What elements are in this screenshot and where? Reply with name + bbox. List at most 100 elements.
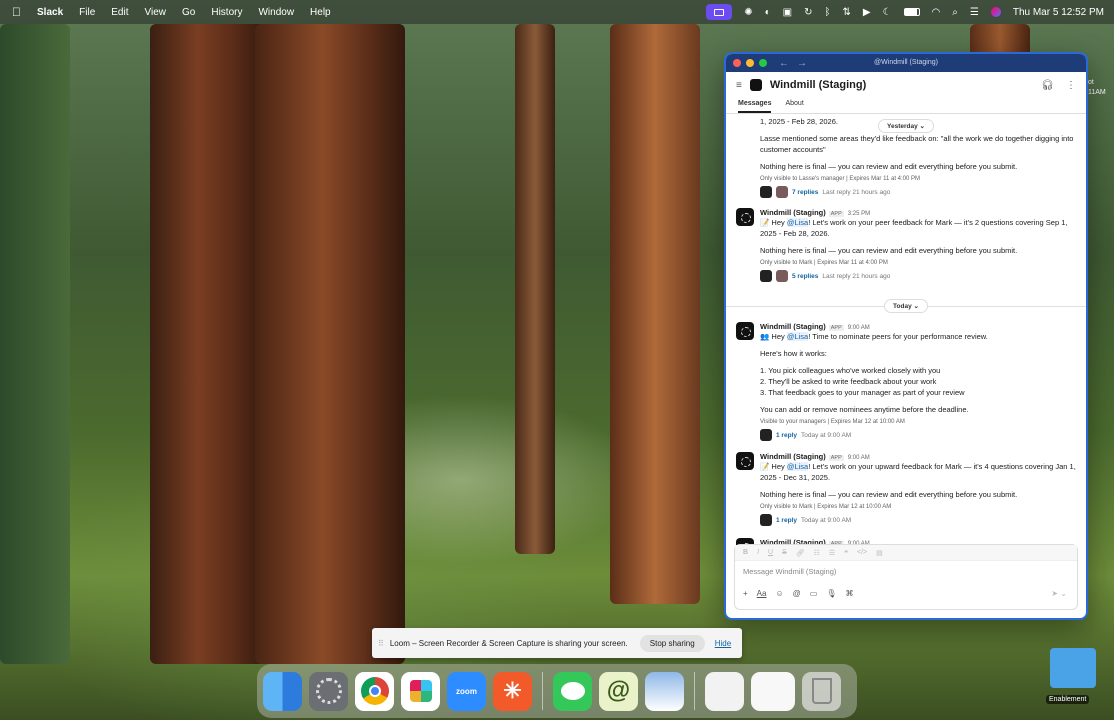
control-center-icon[interactable]: ☰ bbox=[970, 7, 979, 18]
extension-icon[interactable]: ⇅ bbox=[842, 7, 850, 18]
bullet-list-icon[interactable]: ☰ bbox=[829, 549, 835, 557]
finder-icon[interactable] bbox=[263, 671, 302, 711]
message-sender[interactable]: Windmill (Staging) bbox=[760, 208, 826, 217]
microphone-icon[interactable]: 🎙︎ bbox=[826, 589, 836, 598]
thread-replies-link[interactable]: 7 replies bbox=[792, 189, 818, 196]
menu-history[interactable]: History bbox=[211, 7, 242, 18]
thread-replies-link[interactable]: 1 reply bbox=[776, 432, 797, 439]
bot-avatar[interactable] bbox=[736, 208, 754, 226]
message-text: 📝 Hey @Lisa! Let's work on your peer fee… bbox=[760, 218, 1068, 238]
sync-icon[interactable]: ↻ bbox=[804, 7, 812, 18]
pdf-document-icon[interactable] bbox=[705, 671, 744, 711]
text-format-toggle[interactable]: Aa bbox=[757, 589, 767, 598]
menu-window[interactable]: Window bbox=[258, 7, 294, 18]
zoom-icon[interactable]: zoom bbox=[447, 671, 486, 711]
channel-tabs: Messages About bbox=[726, 98, 1086, 114]
last-reply-time: Today at 9:00 AM bbox=[800, 431, 852, 439]
thread-summary[interactable]: 1 reply Today at 9:00 AM bbox=[760, 514, 1080, 526]
dock-separator bbox=[694, 672, 695, 710]
folder-icon[interactable] bbox=[1050, 648, 1096, 688]
folder-label[interactable]: Enablement bbox=[1046, 695, 1090, 704]
apple-menu-icon[interactable]:  bbox=[12, 5, 21, 19]
screen-record-icon[interactable] bbox=[706, 4, 733, 20]
dock: zoom ✳ @ bbox=[257, 664, 857, 718]
menu-view[interactable]: View bbox=[145, 7, 167, 18]
thread-summary[interactable]: 7 replies Last reply 21 hours ago bbox=[760, 186, 1080, 198]
claude-icon[interactable]: ✳ bbox=[493, 671, 532, 711]
bot-avatar[interactable] bbox=[736, 452, 754, 470]
tab-messages[interactable]: Messages bbox=[738, 98, 772, 113]
bold-icon[interactable]: B bbox=[743, 549, 748, 556]
focus-moon-icon[interactable]: ☾ bbox=[883, 7, 892, 18]
date-divider-yesterday[interactable]: Yesterday ⌄ bbox=[878, 119, 934, 133]
menu-clock[interactable]: Thu Mar 5 12:52 PM bbox=[1013, 7, 1104, 18]
emoji-icon[interactable]: ☺ bbox=[775, 589, 783, 598]
bluetooth-icon[interactable]: ᛒ bbox=[824, 7, 830, 18]
composer-tools: + Aa ☺ @ ▭ 🎙︎ ⌘ ➤ ⌄ bbox=[735, 583, 1077, 603]
strikethrough-icon[interactable]: S bbox=[782, 549, 787, 556]
message-sender[interactable]: Windmill (Staging) bbox=[760, 452, 826, 461]
message-text: Here's how it works: bbox=[760, 349, 827, 358]
thread-replies-link[interactable]: 5 replies bbox=[792, 273, 818, 280]
blockquote-icon[interactable]: ❝ bbox=[844, 549, 848, 557]
system-settings-icon[interactable] bbox=[309, 671, 348, 711]
user-mention[interactable]: @Lisa bbox=[786, 462, 809, 471]
chrome-icon[interactable] bbox=[355, 671, 394, 711]
menu-file[interactable]: File bbox=[79, 7, 95, 18]
message-sender[interactable]: Windmill (Staging) bbox=[760, 322, 826, 331]
menu-app-name[interactable]: Slack bbox=[37, 7, 63, 18]
thread-replies-link[interactable]: 1 reply bbox=[776, 517, 797, 524]
code-block-icon[interactable]: ▤ bbox=[876, 549, 883, 557]
thread-summary[interactable]: 5 replies Last reply 21 hours ago bbox=[760, 270, 1080, 282]
screenshot-thumbnail-icon[interactable] bbox=[751, 671, 795, 711]
date-divider-today[interactable]: Today ⌄ bbox=[884, 299, 928, 313]
app-status-icon[interactable]: ◐ bbox=[765, 7, 771, 18]
stop-sharing-button[interactable]: Stop sharing bbox=[639, 634, 705, 652]
user-mention[interactable]: @Lisa bbox=[786, 332, 809, 341]
message-visibility: Visible to your managers | Expires Mar 1… bbox=[760, 419, 905, 425]
camera-icon[interactable]: ▣ bbox=[783, 7, 792, 18]
siri-icon[interactable] bbox=[990, 7, 1001, 17]
preview-icon[interactable] bbox=[645, 671, 684, 711]
menu-edit[interactable]: Edit bbox=[111, 7, 128, 18]
menu-go[interactable]: Go bbox=[182, 7, 195, 18]
add-attachment-icon[interactable]: + bbox=[743, 589, 748, 598]
message-list[interactable]: 1, 2025 - Feb 28, 2026. Lasse mentioned … bbox=[726, 116, 1086, 556]
ordered-list-icon[interactable]: ☷ bbox=[814, 549, 820, 557]
italic-icon[interactable]: I bbox=[757, 549, 759, 556]
more-options-icon[interactable]: ⋮ bbox=[1066, 80, 1076, 91]
video-clip-icon[interactable]: ▭ bbox=[810, 589, 818, 598]
message-item: Windmill (Staging) APP 9:00 AM 📝 Hey @Lisa… bbox=[736, 452, 1080, 526]
play-icon[interactable]: ▶ bbox=[863, 7, 871, 18]
spiral-app-icon[interactable]: @ bbox=[599, 671, 638, 711]
tree-trunk bbox=[610, 24, 700, 604]
trash-icon[interactable] bbox=[802, 671, 841, 711]
message-input[interactable]: Message Windmill (Staging) bbox=[735, 561, 1077, 583]
drag-handle-icon[interactable]: ⠿ bbox=[378, 639, 384, 648]
huddle-icon[interactable]: 🎧︎ bbox=[1041, 80, 1054, 91]
messages-icon[interactable] bbox=[553, 671, 592, 711]
tab-about[interactable]: About bbox=[785, 98, 803, 113]
hide-banner-link[interactable]: Hide bbox=[715, 639, 731, 648]
reply-avatar bbox=[760, 270, 772, 282]
spotlight-search-icon[interactable]: ⌕ bbox=[952, 7, 958, 18]
code-icon[interactable]: </> bbox=[857, 549, 867, 556]
mention-icon[interactable]: @ bbox=[793, 589, 801, 598]
link-icon[interactable]: 🔗︎ bbox=[796, 549, 805, 557]
shortcuts-icon[interactable]: ⌘ bbox=[845, 589, 853, 598]
message-text: You can add or remove nominees anytime b… bbox=[760, 405, 969, 414]
thread-summary[interactable]: 1 reply Today at 9:00 AM bbox=[760, 429, 1080, 441]
battery-icon[interactable] bbox=[903, 8, 920, 16]
slack-icon[interactable] bbox=[401, 671, 440, 711]
message-visibility: Only visible to Mark | Expires Mar 12 at… bbox=[760, 504, 892, 510]
menu-help[interactable]: Help bbox=[310, 7, 331, 18]
send-icon[interactable]: ➤ ⌄ bbox=[1051, 589, 1067, 598]
underline-icon[interactable]: U bbox=[768, 549, 773, 556]
user-mention[interactable]: @Lisa bbox=[786, 218, 809, 227]
window-titlebar: ← → @Windmill (Staging) bbox=[726, 54, 1086, 72]
wifi-icon[interactable]: ◠ bbox=[932, 7, 941, 18]
bot-avatar[interactable] bbox=[736, 322, 754, 340]
sidebar-toggle-icon[interactable]: ≡ bbox=[736, 80, 742, 91]
channel-name[interactable]: Windmill (Staging) bbox=[770, 79, 866, 91]
brightness-icon[interactable]: ✺ bbox=[744, 7, 752, 18]
